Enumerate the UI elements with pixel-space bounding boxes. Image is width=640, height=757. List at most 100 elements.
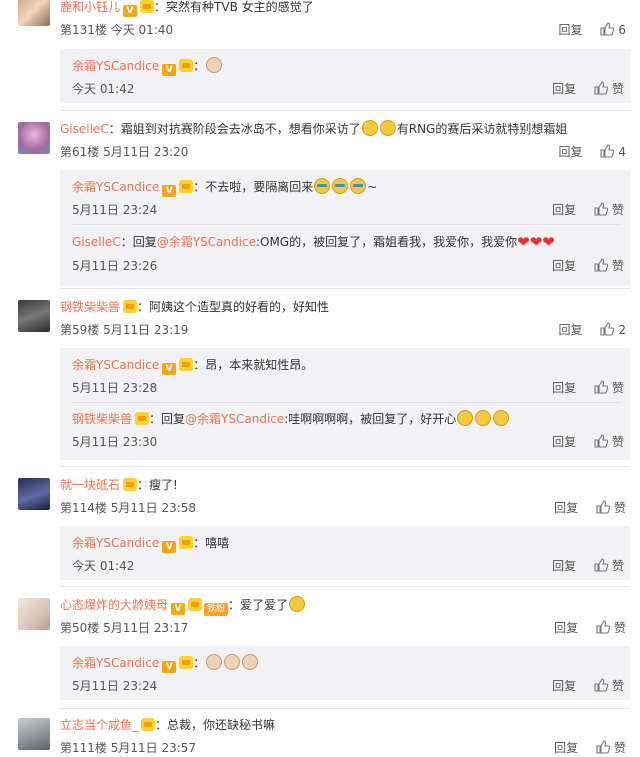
mention-link[interactable]: @余霜YSCandice	[185, 412, 284, 426]
dog-emoji-icon	[242, 654, 259, 670]
like-button[interactable]: 赞	[596, 740, 626, 756]
reply-button[interactable]: 回复	[559, 322, 583, 338]
thumbs-up-icon	[594, 258, 608, 272]
comment-feed: 鹿和小钰儿 V ：突然有种TVB 女主的感觉了 第131楼 今天 01:40 回复 …	[0, 0, 640, 757]
avatar[interactable]	[18, 478, 50, 510]
thumbs-up-icon	[596, 620, 610, 634]
username[interactable]: GiselleC	[60, 122, 109, 136]
reply-text: :OMG的，被回复了，霜姐看我，我爱你，我爱你	[255, 235, 518, 249]
vip-crown-icon	[123, 478, 138, 491]
avatar[interactable]	[18, 122, 50, 154]
reply-button[interactable]: 回复	[552, 202, 576, 218]
thumbs-up-icon	[600, 144, 615, 158]
like-button[interactable]: 赞	[594, 558, 624, 574]
reply-time: 5月11日 23:30	[72, 435, 158, 449]
laugh-emoji-icon	[361, 120, 378, 136]
thumbs-up-icon	[594, 678, 608, 692]
comment-item: 就一块砥石 ：瘦了! 第114楼 5月11日 23:58 回复 赞 余霜YSCan…	[0, 474, 640, 586]
reply-text: :哇啊啊啊啊，被回复了，好开心	[284, 412, 457, 426]
like-count: 赞	[613, 621, 626, 635]
reply-username[interactable]: 钢铁柴柴兽	[72, 412, 132, 426]
comment-text: 阿姨这个造型真的好看的，好知性	[149, 300, 330, 314]
reply-username[interactable]: 余霜YSCandice	[72, 536, 159, 550]
mention-link[interactable]: @余霜YSCandice	[157, 235, 256, 249]
comment-item: 心态爆炸的大龄姨母 V 铁粉 ：爱了爱了 第50楼 5月11日 23:17 回复 赞 …	[0, 594, 640, 706]
comment-time: 5月11日 23:19	[103, 323, 189, 337]
like-button[interactable]: 赞	[594, 258, 624, 274]
verified-icon: V	[162, 185, 177, 197]
comment-text-tail: 有RNG的赛后采访就特别想霜姐	[396, 122, 568, 136]
heart-eyes-emoji-icon	[475, 410, 492, 426]
reply-button[interactable]: 回复	[559, 22, 583, 38]
like-button[interactable]: 赞	[594, 434, 624, 450]
like-button[interactable]: 赞	[594, 678, 624, 694]
vip-crown-icon	[179, 358, 194, 371]
username[interactable]: 心态爆炸的大龄姨母	[60, 598, 168, 612]
thumbs-up-icon	[594, 81, 608, 95]
reply-button[interactable]: 回复	[552, 434, 576, 450]
like-count: 6	[618, 23, 626, 37]
avatar[interactable]	[18, 718, 50, 750]
username[interactable]: 钢铁柴柴兽	[60, 300, 120, 314]
reply-button[interactable]: 回复	[552, 81, 576, 97]
thumbs-up-icon	[594, 202, 608, 216]
username[interactable]: 立志当个咸鱼_	[60, 718, 138, 732]
comment-item: 立志当个咸鱼_ ：总裁，你还缺秘书嘛 第111楼 5月11日 23:57 回复 赞	[0, 714, 640, 757]
like-button[interactable]: 赞	[594, 380, 624, 396]
reply-button[interactable]: 回复	[552, 678, 576, 694]
like-button[interactable]: 赞	[594, 81, 624, 97]
reply-button[interactable]: 回复	[554, 620, 578, 636]
vip-crown-icon	[179, 656, 194, 669]
verified-icon: V	[171, 603, 186, 615]
like-button[interactable]: 2	[600, 322, 626, 338]
reply-button[interactable]: 回复	[552, 258, 576, 274]
divider	[60, 586, 630, 587]
heart-emoji-icon: ❤	[542, 233, 555, 251]
like-button[interactable]: 4	[600, 144, 626, 160]
vip-crown-icon	[135, 412, 150, 425]
floor-number: 第59楼	[60, 323, 100, 337]
reply-button[interactable]: 回复	[554, 500, 578, 516]
thumbs-up-icon	[600, 322, 615, 336]
username[interactable]: 鹿和小钰儿	[60, 0, 120, 14]
like-button[interactable]: 6	[600, 22, 626, 38]
comment-text: 霜姐到对抗赛阶段会去冰岛不，想看你采访了	[120, 122, 361, 136]
reply-username[interactable]: 余霜YSCandice	[72, 358, 159, 372]
vip-crown-icon	[179, 180, 194, 193]
reply-button[interactable]: 回复	[552, 558, 576, 574]
reply-username[interactable]: 余霜YSCandice	[72, 656, 159, 670]
divider	[60, 466, 630, 467]
comment-text: 总裁，你还缺秘书嘛	[167, 718, 276, 732]
reply-username[interactable]: 余霜YSCandice	[72, 180, 159, 194]
vip-crown-icon	[141, 718, 156, 731]
reply-prefix: 回复	[161, 412, 186, 426]
username[interactable]: 就一块砥石	[60, 478, 120, 492]
reply-box: 余霜YSCandice V ：嘻嘻 今天 01:42 回复 赞	[60, 526, 630, 580]
shocked-emoji-icon	[289, 596, 306, 612]
like-button[interactable]: 赞	[594, 202, 624, 218]
reply-time: 5月11日 23:24	[72, 203, 158, 217]
reply-username[interactable]: 余霜YSCandice	[72, 59, 159, 73]
sunglasses-emoji-icon	[350, 178, 367, 194]
comment-item: GiselleC：霜姐到对抗赛阶段会去冰岛不，想看你采访了 有RNG的赛后采访就特…	[0, 118, 640, 293]
dog-emoji-icon	[224, 654, 241, 670]
reply-button[interactable]: 回复	[554, 740, 578, 756]
reply-time: 5月11日 23:26	[72, 259, 158, 273]
reply-button[interactable]: 回复	[552, 380, 576, 396]
thumbs-up-icon	[594, 380, 608, 394]
comment-text: 瘦了!	[149, 478, 178, 492]
like-button[interactable]: 赞	[596, 620, 626, 636]
reply-username[interactable]: GiselleC	[72, 235, 121, 249]
reply-text: 不去啦，要隔离回来	[205, 180, 314, 194]
reply-box: 余霜YSCandice V ：昂，本来就知性昂。 5月11日 23:28 回复 赞 …	[60, 348, 630, 460]
like-count: 2	[618, 323, 626, 337]
reply-button[interactable]: 回复	[559, 144, 583, 160]
comment-text: 爱了爱了	[240, 598, 289, 612]
avatar[interactable]	[18, 300, 50, 332]
sunglasses-emoji-icon	[332, 178, 349, 194]
like-button[interactable]: 赞	[596, 500, 626, 516]
floor-number: 第131楼	[60, 23, 107, 37]
comment-time: 今天 01:40	[110, 23, 174, 37]
avatar[interactable]	[18, 598, 50, 630]
avatar[interactable]	[18, 0, 50, 26]
